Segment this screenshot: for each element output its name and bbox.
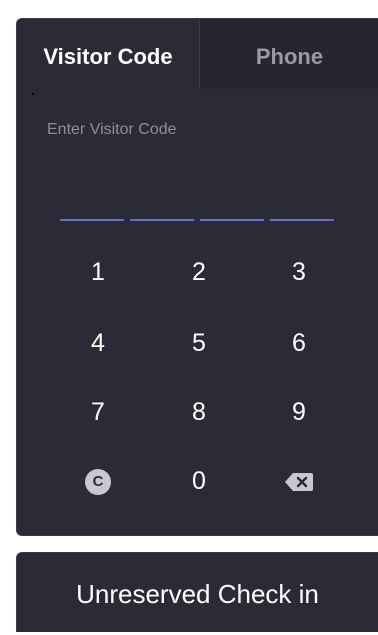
- key-7[interactable]: 7: [58, 384, 138, 440]
- unreserved-checkin-button[interactable]: Unreserved Check in: [16, 552, 378, 632]
- code-slot: [130, 219, 194, 221]
- key-5[interactable]: 5: [159, 315, 239, 371]
- code-slot: [60, 219, 124, 221]
- key-6[interactable]: 6: [259, 315, 339, 371]
- code-slot: [200, 219, 264, 221]
- visitor-checkin-panel: Visitor Code Phone Enter Visitor Code 1 …: [16, 18, 378, 536]
- visitor-code-hint: Enter Visitor Code: [47, 121, 177, 138]
- code-entry-slots[interactable]: [60, 219, 340, 221]
- clear-icon: C: [85, 469, 111, 496]
- key-2[interactable]: 2: [159, 244, 239, 300]
- key-8[interactable]: 8: [159, 384, 239, 440]
- key-1[interactable]: 1: [58, 244, 138, 300]
- stray-dot: [32, 93, 34, 95]
- tab-visitor-code[interactable]: Visitor Code: [17, 19, 200, 89]
- key-9[interactable]: 9: [259, 384, 339, 440]
- tab-bar: Visitor Code Phone: [17, 19, 378, 89]
- tab-phone[interactable]: Phone: [200, 19, 378, 89]
- key-3[interactable]: 3: [259, 244, 339, 300]
- key-4[interactable]: 4: [58, 315, 138, 371]
- backspace-icon: [285, 473, 313, 492]
- key-0[interactable]: 0: [159, 453, 239, 509]
- backspace-button[interactable]: [259, 453, 339, 509]
- clear-button[interactable]: C: [58, 453, 138, 509]
- code-slot: [270, 219, 334, 221]
